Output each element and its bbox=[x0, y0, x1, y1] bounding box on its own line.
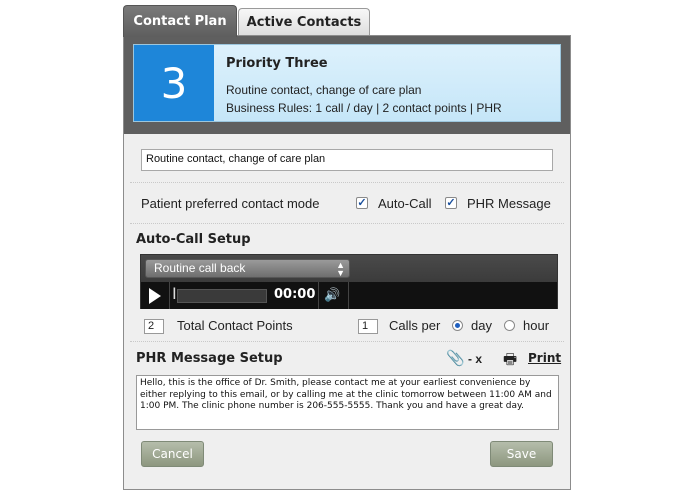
divider bbox=[130, 341, 564, 342]
attachment-remove[interactable]: - x bbox=[468, 352, 482, 366]
priority-card: 3 Priority Three Routine contact, change… bbox=[133, 44, 561, 122]
plan-description-field[interactable]: Routine contact, change of care plan bbox=[141, 149, 553, 171]
autocall-checkbox[interactable]: ✓ bbox=[356, 197, 368, 209]
divider bbox=[348, 282, 349, 309]
divider bbox=[318, 282, 319, 309]
divider bbox=[130, 223, 564, 224]
total-contact-points-label: Total Contact Points bbox=[177, 318, 293, 333]
text-cursor-icon: I bbox=[172, 284, 177, 303]
player-controls: I 00:00 🔊 bbox=[141, 282, 557, 309]
phr-message-setup-title: PHR Message Setup bbox=[136, 351, 283, 366]
divider bbox=[169, 282, 170, 309]
tab-active-contacts[interactable]: Active Contacts bbox=[238, 8, 370, 35]
play-icon[interactable] bbox=[149, 288, 161, 304]
tab-contact-plan[interactable]: Contact Plan bbox=[123, 5, 237, 37]
paperclip-icon[interactable]: 📎 bbox=[446, 349, 465, 367]
period-day-radio[interactable] bbox=[452, 320, 463, 331]
autocall-option-label: Auto-Call bbox=[378, 196, 432, 211]
priority-title: Priority Three bbox=[226, 56, 328, 71]
priority-business-rules: Business Rules: 1 call / day | 2 contact… bbox=[226, 101, 502, 115]
phr-message-checkbox[interactable]: ✓ bbox=[445, 197, 457, 209]
save-button[interactable]: Save bbox=[490, 441, 553, 467]
autocall-player: Routine call back ▲ ▼ I 00:00 🔊 bbox=[140, 254, 558, 309]
contact-mode-label: Patient preferred contact mode bbox=[141, 196, 320, 211]
playback-time: 00:00 bbox=[274, 287, 316, 302]
printer-icon[interactable]: 🖶 bbox=[503, 349, 517, 374]
phr-message-textarea[interactable]: Hello, this is the office of Dr. Smith, … bbox=[136, 375, 559, 430]
call-message-select[interactable]: Routine call back ▲ ▼ bbox=[145, 259, 350, 278]
playback-progress-bar[interactable] bbox=[177, 289, 267, 303]
call-message-select-value: Routine call back bbox=[154, 261, 246, 275]
period-day-label: day bbox=[471, 318, 492, 333]
calls-per-input[interactable]: 1 bbox=[358, 319, 378, 334]
print-link[interactable]: Print bbox=[528, 351, 561, 365]
calls-per-label: Calls per bbox=[389, 318, 441, 333]
total-contact-points-input[interactable]: 2 bbox=[144, 319, 164, 334]
select-arrows-icon: ▲ ▼ bbox=[336, 260, 345, 278]
period-hour-radio[interactable] bbox=[504, 320, 515, 331]
contact-plan-panel: 3 Priority Three Routine contact, change… bbox=[123, 35, 571, 490]
priority-number: 3 bbox=[134, 45, 214, 121]
priority-header: 3 Priority Three Routine contact, change… bbox=[124, 36, 570, 134]
period-hour-label: hour bbox=[523, 318, 550, 333]
divider bbox=[130, 182, 564, 183]
priority-description: Routine contact, change of care plan bbox=[226, 83, 422, 97]
volume-icon[interactable]: 🔊 bbox=[324, 287, 340, 303]
cancel-button[interactable]: Cancel bbox=[141, 441, 204, 467]
autocall-setup-title: Auto-Call Setup bbox=[136, 232, 251, 247]
phr-message-option-label: PHR Message bbox=[467, 196, 551, 211]
